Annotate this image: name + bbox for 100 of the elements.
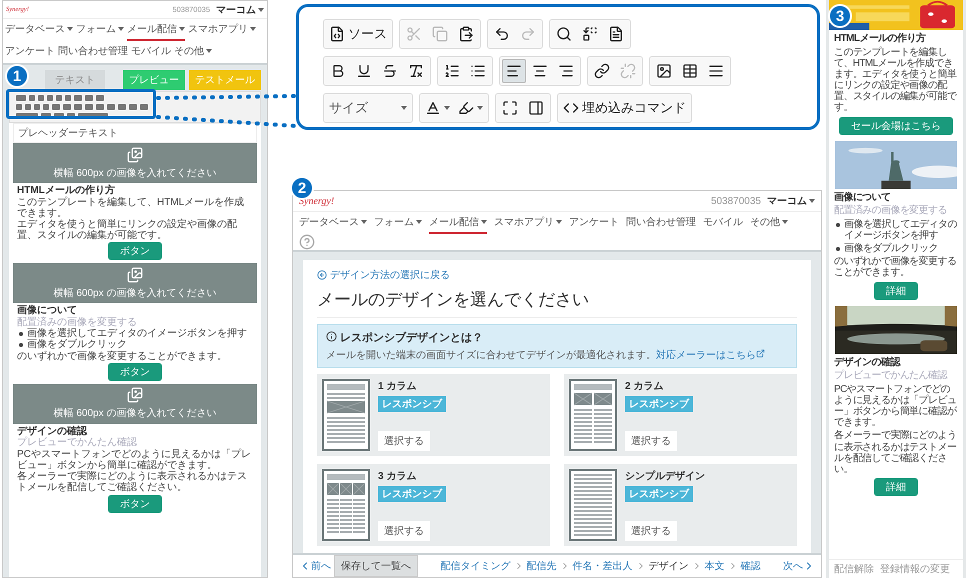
section-button[interactable]: 詳細 — [874, 478, 918, 496]
step-link[interactable]: デザイン — [648, 559, 688, 573]
caret-icon — [477, 106, 483, 110]
paragraph: PCやスマートフォンでどのように見えるかは「プレビュー」ボタンから簡単に確認ができます。 — [17, 448, 252, 471]
nav-tab[interactable]: アンケート — [5, 41, 55, 63]
search-icon — [556, 26, 572, 42]
nav-tab[interactable]: メール配信 — [127, 19, 185, 41]
underline-icon — [356, 63, 372, 79]
section-button[interactable]: ボタン — [108, 494, 162, 513]
nav-tab[interactable]: 問い合わせ管理 — [58, 41, 128, 63]
paragraph: PCやスマートフォンでどのように見えるかは「プレビュー」ボタンから簡単に確認ができます。 — [834, 384, 958, 428]
link-icon — [594, 63, 610, 79]
save-button[interactable]: 保存して一覧へ — [334, 555, 418, 577]
nav-tab[interactable]: メール配信 — [429, 212, 487, 234]
clear-format-icon — [408, 63, 424, 79]
nav-tab[interactable]: データベース — [5, 19, 73, 41]
section-heading: 画像について — [17, 305, 78, 316]
back-link[interactable]: デザイン方法の選択に戻る — [317, 268, 797, 282]
paragraph: 各メーラーで実際にどのように表示されるかはテストメールを配信してご確認ください。 — [834, 430, 958, 476]
select-button[interactable]: 選択する — [625, 521, 677, 541]
template-name: 3 カラム — [378, 470, 416, 483]
table-icon — [682, 63, 698, 79]
select-button[interactable]: 選択する — [378, 431, 430, 451]
cut-icon — [406, 26, 422, 42]
nav-tab[interactable]: モバイル — [131, 41, 171, 63]
highlighter-icon — [458, 100, 474, 116]
bullet-list-icon — [470, 63, 486, 79]
section-heading: 画像について — [834, 192, 892, 204]
image-placeholder[interactable]: 横幅 600px の画像を入れてください — [13, 384, 257, 424]
preheader-text[interactable]: プレヘッダーテキスト — [13, 123, 257, 143]
size-select[interactable]: サイズ — [326, 96, 410, 120]
paragraph: このテンプレートを編集して、HTMLメールを作成できます。エディタを使うと簡単にリンクの設定や画像の配置、スタイルの編集が可能です。 — [834, 46, 958, 114]
copy-icon — [432, 26, 448, 42]
section-subheading: プレビューでかんたん確認 — [17, 437, 138, 449]
select-button[interactable]: 選択する — [625, 431, 677, 451]
nav-tab[interactable]: フォーム — [374, 212, 422, 234]
image-hint: 横幅 600px の画像を入れてください — [54, 286, 216, 300]
template-thumbnail — [569, 379, 617, 451]
nav-tab[interactable]: 問い合わせ管理 — [626, 212, 696, 234]
step-link[interactable]: 配信先 — [526, 559, 556, 573]
nav-tab[interactable]: その他 — [174, 41, 212, 63]
nav-tab[interactable]: スマホアプリ — [188, 19, 256, 41]
responsive-badge: レスポンシブ — [625, 486, 693, 502]
section-button[interactable]: 詳細 — [874, 282, 918, 300]
step-link[interactable]: 本文 — [704, 559, 724, 573]
align-left-button[interactable] — [502, 59, 526, 83]
numbered-list-icon — [444, 63, 460, 79]
nav-tab[interactable]: モバイル — [703, 212, 743, 234]
section-subheading: 配置済みの画像を変更する — [17, 316, 138, 328]
image-hint: 横幅 600px の画像を入れてください — [54, 406, 216, 420]
step-link[interactable]: 配信タイミング — [440, 559, 510, 573]
code-file-icon — [329, 26, 345, 42]
section-button[interactable]: ボタン — [108, 362, 162, 381]
step-badge: 2 — [290, 176, 314, 200]
image-placeholder[interactable]: 横幅 600px の画像を入れてください — [13, 263, 257, 304]
info-title: レスポンシブデザインとは？ — [326, 330, 788, 345]
page-title: メールのデザインを選んでください — [317, 288, 797, 318]
account-menu[interactable]: マーコム — [767, 194, 815, 208]
back-icon — [317, 270, 327, 280]
nav-tab[interactable]: アンケート — [569, 212, 619, 234]
image-hint: 横幅 600px の画像を入れてください — [54, 166, 216, 180]
image-placeholder[interactable]: 横幅 600px の画像を入れてください — [13, 143, 257, 183]
nav-tab[interactable]: その他 — [750, 212, 788, 234]
nav-tab[interactable]: データベース — [299, 212, 367, 234]
template-thumbnail — [569, 469, 617, 541]
select-button[interactable]: 選択する — [378, 521, 430, 541]
paragraph: のいずれかで画像を変更することができます。 — [834, 256, 958, 279]
info-text: メールを開いた端末の画面サイズに合わせてデザインが最適化されます。対応メーラーはこちら — [326, 348, 788, 362]
panel-icon — [528, 100, 544, 116]
caret-icon — [401, 106, 407, 110]
account-menu[interactable]: マーコム — [216, 2, 264, 16]
prev-link[interactable]: 前へ — [299, 559, 331, 573]
template-name: 2 カラム — [625, 380, 664, 393]
strikethrough-icon — [382, 63, 398, 79]
paragraph: このテンプレートを編集して、HTMLメールを作成できます。 — [17, 196, 246, 219]
next-link[interactable]: 次へ — [783, 559, 815, 573]
section-subheading: 配置済みの画像を変更する — [834, 205, 948, 217]
document-icon — [608, 26, 624, 42]
section-heading: デザインの確認 — [17, 426, 88, 437]
nav-tab[interactable]: フォーム — [76, 19, 124, 41]
section-button[interactable]: ボタン — [108, 242, 162, 260]
embed-command-button[interactable]: 埋め込みコマンド — [560, 96, 689, 120]
section-button[interactable]: セール会場はこちら — [839, 116, 953, 135]
responsive-badge: レスポンシブ — [378, 486, 446, 502]
source-button[interactable]: ソース — [326, 22, 390, 46]
mailer-link[interactable]: 対応メーラーはこちら — [656, 350, 765, 361]
maximize-icon — [502, 100, 518, 116]
section-subheading: プレビューでかんたん確認 — [834, 370, 948, 382]
image-icon — [656, 63, 672, 79]
step-link[interactable]: 件名・差出人 — [572, 559, 632, 573]
bullet-item: 画像をダブルクリック — [834, 243, 958, 254]
paragraph: のいずれかで画像を変更することができます。 — [17, 350, 228, 362]
redo-icon — [520, 26, 536, 42]
caret-icon — [444, 106, 450, 110]
lines-icon — [708, 63, 724, 79]
paragraph: 各メーラーで実際にどのように表示されるかはテストメールを配信してご確認ください。 — [17, 471, 248, 494]
bullet-item: 画像をダブルクリック — [17, 339, 253, 351]
template-name: 1 カラム — [378, 380, 416, 393]
step-link[interactable]: 確認 — [740, 559, 760, 573]
nav-tab[interactable]: スマホアプリ — [494, 212, 562, 234]
